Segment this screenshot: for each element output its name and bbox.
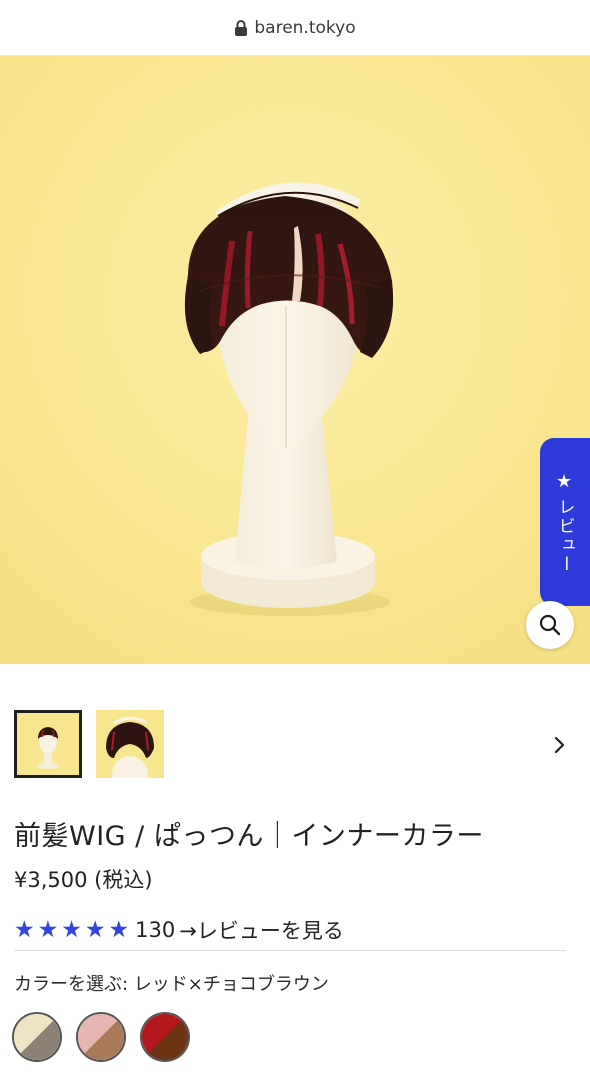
chevron-right-icon (554, 736, 565, 754)
review-side-tab[interactable]: ★ レビュー (540, 438, 590, 606)
color-select-label: カラーを選ぶ: レッド×チョコブラウン (14, 974, 329, 995)
review-count: 130 (135, 918, 176, 942)
view-reviews-link[interactable]: →レビューを見る (179, 915, 344, 945)
color-swatch-1[interactable] (12, 1012, 62, 1062)
product-title: 前髪WIG / ぱっつん｜インナーカラー (14, 821, 484, 852)
color-swatch-3[interactable] (140, 1012, 190, 1062)
thumbnail-1[interactable] (14, 710, 82, 778)
url-text: baren.tokyo (254, 17, 356, 38)
product-main-image[interactable] (0, 56, 590, 664)
thumbnail-next-button[interactable] (548, 730, 572, 760)
color-swatch-2[interactable] (76, 1012, 126, 1062)
divider (14, 950, 566, 951)
rating-row: ★ ★ ★ ★ ★ 130 →レビューを見る (14, 915, 344, 945)
star-icon: ★ (84, 916, 106, 943)
star-icon: ★ (108, 916, 130, 943)
thumbnail-1-image (17, 713, 79, 775)
thumbnail-2[interactable] (96, 710, 164, 778)
star-icon: ★ (14, 916, 35, 943)
color-swatch-list (12, 1012, 190, 1062)
thumbnail-2-image (96, 710, 164, 778)
review-tab-label: レビュー (554, 497, 575, 574)
url-bar[interactable]: baren.tokyo (0, 0, 590, 56)
thumbnail-list (14, 710, 164, 778)
product-price: ¥3,500 (税込) (14, 868, 153, 892)
star-icon: ★ (555, 470, 575, 492)
lock-icon (234, 19, 248, 37)
search-icon (539, 614, 561, 636)
zoom-button[interactable] (526, 601, 574, 649)
star-icon: ★ (37, 916, 59, 943)
mannequin-wig-illustration (0, 56, 590, 664)
rating-stars: ★ ★ ★ ★ ★ (14, 916, 130, 943)
star-icon: ★ (61, 916, 82, 943)
